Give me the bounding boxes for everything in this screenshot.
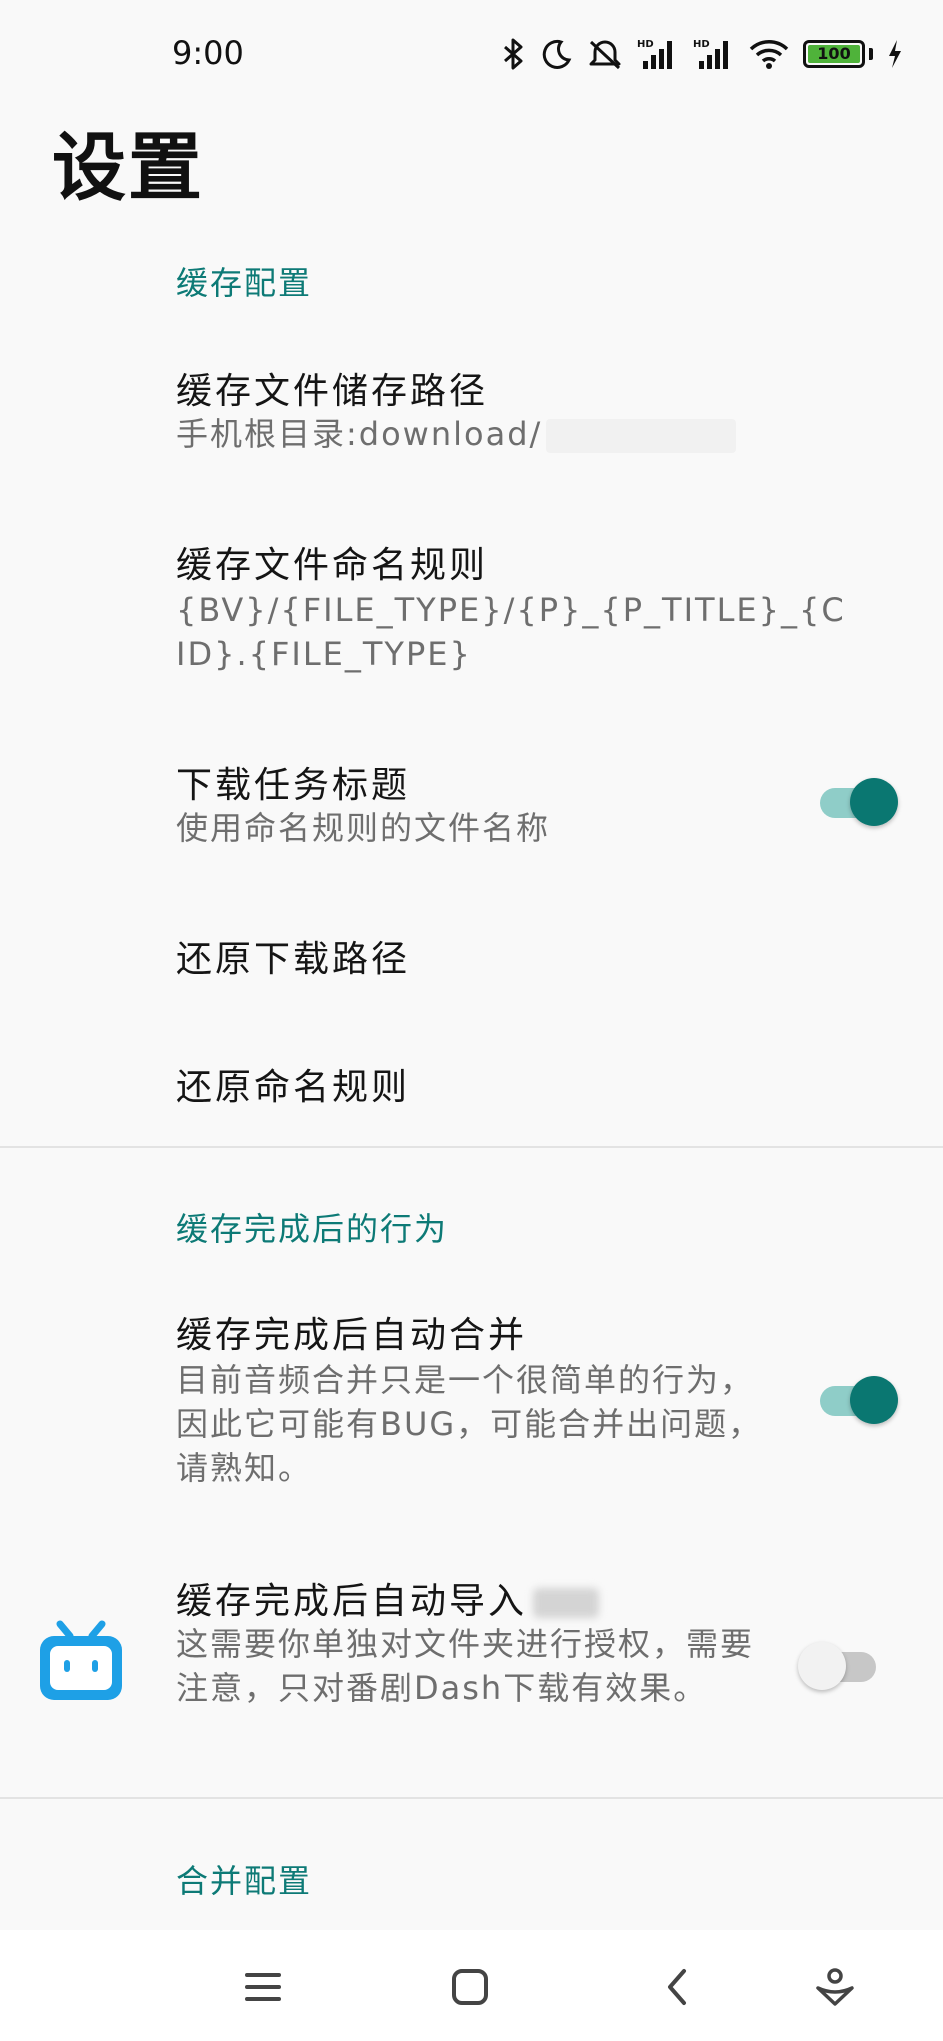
setting-title: 下载任务标题 bbox=[176, 765, 411, 806]
auto-import-switch[interactable] bbox=[798, 1638, 878, 1692]
setting-title: 缓存文件命名规则 bbox=[176, 545, 489, 586]
setting-title: 还原命名规则 bbox=[176, 1067, 411, 1108]
battery-level: 100 bbox=[808, 45, 860, 63]
redacted-text bbox=[533, 1588, 600, 1618]
section-header-merge-config: 合并配置 bbox=[176, 1862, 313, 1900]
bilibili-tv-icon[interactable] bbox=[36, 1620, 126, 1706]
moon-icon bbox=[542, 39, 572, 69]
signal-hd-icon: HD bbox=[693, 39, 728, 69]
status-icons: HD HD 100 bbox=[501, 36, 903, 72]
setting-subtitle: 手机根目录:download/ bbox=[176, 412, 756, 456]
bluetooth-icon bbox=[504, 38, 523, 70]
section-divider bbox=[0, 1797, 943, 1799]
setting-title: 缓存完成后自动合并 bbox=[176, 1315, 528, 1356]
battery-icon: 100 bbox=[803, 40, 873, 68]
back-icon bbox=[668, 1969, 686, 2005]
svg-text:HD: HD bbox=[693, 39, 710, 50]
wifi-icon bbox=[749, 40, 789, 69]
auto-merge-switch[interactable] bbox=[818, 1372, 898, 1426]
section-header-after-cache: 缓存完成后的行为 bbox=[176, 1210, 449, 1248]
navigation-bar bbox=[0, 1930, 943, 2041]
charging-icon bbox=[889, 40, 901, 68]
redacted-path bbox=[546, 419, 737, 453]
setting-subtitle: {BV}/{FILE_TYPE}/{P}_{P_TITLE}_{CID}.{FI… bbox=[176, 591, 846, 673]
setting-subtitle: 目前音频合并只是一个很简单的行为，因此它可能有BUG，可能合并出问题，请熟知。 bbox=[176, 1361, 763, 1487]
setting-subtitle: 这需要你单独对文件夹进行授权，需要注意，只对番剧Dash下载有效果。 bbox=[176, 1625, 755, 1707]
section-header-cache-config: 缓存配置 bbox=[176, 264, 313, 302]
menu-button[interactable] bbox=[238, 1962, 288, 2012]
back-button[interactable] bbox=[652, 1962, 702, 2012]
section-divider bbox=[0, 1146, 943, 1148]
assistant-icon bbox=[816, 1968, 854, 2006]
status-bar: 9:00 HD HD 100 bbox=[0, 0, 943, 108]
home-button[interactable] bbox=[445, 1962, 495, 2012]
setting-title: 缓存完成后自动导入 bbox=[176, 1572, 600, 1624]
task-title-switch[interactable] bbox=[818, 774, 898, 828]
assistant-button[interactable] bbox=[810, 1962, 860, 2012]
status-time: 9:00 bbox=[172, 34, 244, 72]
setting-subtitle: 使用命名规则的文件名称 bbox=[176, 809, 551, 847]
menu-icon bbox=[245, 1973, 281, 2001]
mute-icon bbox=[589, 40, 621, 70]
setting-title: 还原下载路径 bbox=[176, 939, 411, 980]
svg-text:HD: HD bbox=[637, 39, 654, 50]
home-icon bbox=[452, 1969, 488, 2005]
signal-hd-icon: HD bbox=[637, 39, 672, 69]
page-title: 设置 bbox=[52, 125, 204, 211]
setting-title: 缓存文件储存路径 bbox=[176, 371, 489, 412]
